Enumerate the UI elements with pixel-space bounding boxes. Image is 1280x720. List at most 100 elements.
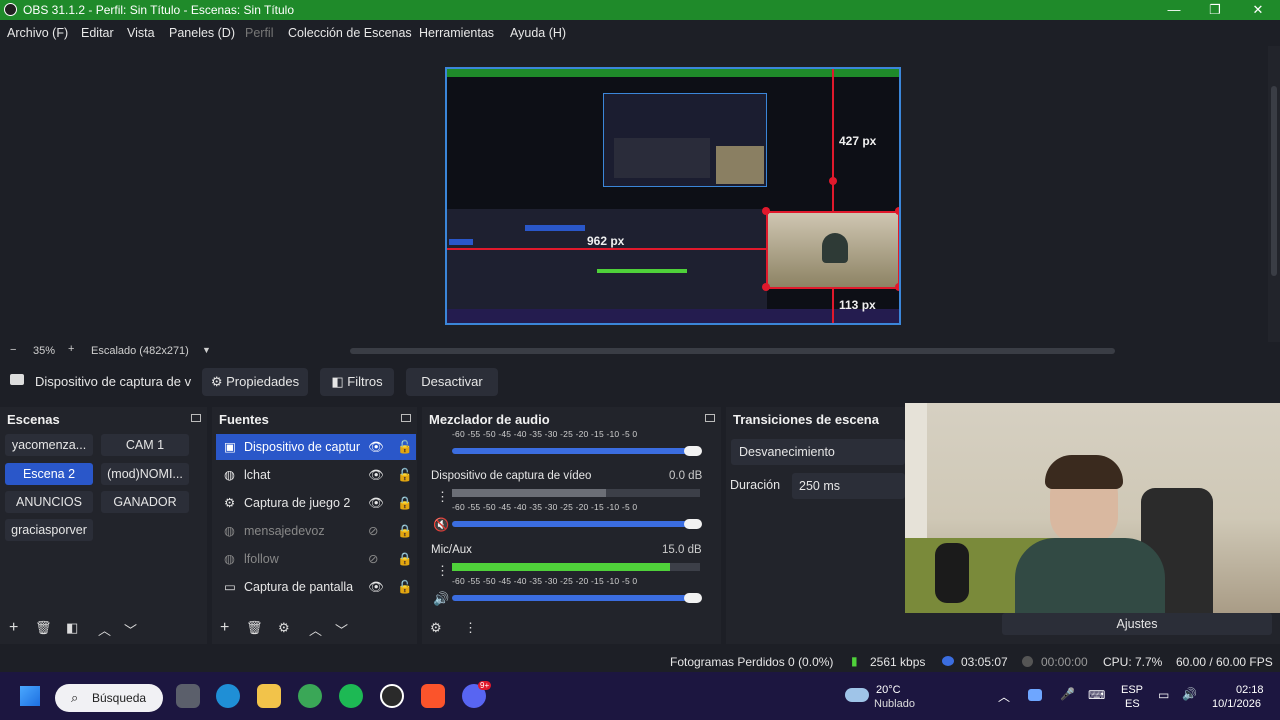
eye-icon[interactable]: 👁	[368, 574, 384, 600]
menu-perfil[interactable]: Perfil	[245, 26, 273, 40]
language-top[interactable]: ESP	[1121, 684, 1143, 696]
filters-button[interactable]: ◧ Filtros	[320, 368, 394, 396]
taskbar-search[interactable]: ⌕ Búsqueda	[55, 684, 163, 712]
menu-herramientas[interactable]: Herramientas	[419, 26, 494, 40]
scene-filters-button[interactable]: ◧	[66, 620, 78, 636]
scene-item[interactable]: yacomenza...	[5, 434, 93, 456]
volume-fader[interactable]	[452, 595, 700, 601]
source-item-hidden[interactable]: ◍ mensajedevoz ⊘ 🔒	[216, 518, 416, 544]
speaker-icon[interactable]: 🔊	[433, 591, 449, 607]
clock-time[interactable]: 02:18	[1236, 684, 1264, 696]
preview-canvas[interactable]: 427 px 962 px 113 px	[445, 67, 901, 325]
volume-fader-handle[interactable]	[684, 593, 702, 603]
mixer-menu-icon[interactable]: ⋮	[464, 620, 477, 636]
zoom-in-button[interactable]: +	[68, 343, 74, 355]
scene-item[interactable]: graciasporver	[5, 519, 93, 541]
add-scene-button[interactable]: +	[9, 619, 18, 637]
source-item-selected[interactable]: ▣ Dispositivo de captur 👁 🔓	[216, 434, 416, 460]
eye-icon[interactable]: 👁	[368, 462, 384, 488]
menu-ayuda[interactable]: Ayuda (H)	[510, 26, 566, 40]
duration-input[interactable]: 250 ms	[792, 473, 905, 499]
network-icon[interactable]: ▭	[1158, 688, 1169, 702]
volume-fader-handle[interactable]	[684, 446, 702, 456]
dock-undock-icon[interactable]	[401, 414, 411, 422]
resize-handle-br[interactable]	[895, 283, 899, 291]
menu-editar[interactable]: Editar	[81, 26, 114, 40]
menu-coleccion-escenas[interactable]: Colección de Escenas	[288, 26, 412, 40]
volume-fader-handle[interactable]	[684, 519, 702, 529]
menu-vista[interactable]: Vista	[127, 26, 155, 40]
source-item-hidden[interactable]: ◍ lfollow ⊘ 🔒	[216, 546, 416, 572]
microphone-icon[interactable]: 🎤	[1060, 687, 1075, 701]
edge-icon[interactable]	[216, 684, 240, 708]
lock-icon[interactable]: 🔒	[397, 490, 413, 516]
remove-scene-button[interactable]: 🗑	[35, 620, 52, 636]
volume-fader[interactable]	[452, 448, 700, 454]
dock-undock-icon[interactable]	[191, 414, 201, 422]
spotify-icon[interactable]	[339, 684, 363, 708]
close-button[interactable]: ✕	[1238, 1, 1278, 19]
source-item[interactable]: ⚙ Captura de juego 2 👁 🔒	[216, 490, 416, 516]
scene-item[interactable]: CAM 1	[101, 434, 189, 456]
tray-app-icon[interactable]	[1028, 689, 1042, 701]
scrollbar-thumb[interactable]	[1271, 86, 1277, 276]
channel-menu-icon[interactable]: ⋮	[436, 489, 449, 505]
guide-handle[interactable]	[829, 177, 837, 185]
deactivate-button[interactable]: Desactivar	[406, 368, 498, 396]
browser-icon: ◍	[224, 552, 235, 566]
language-bottom[interactable]: ES	[1125, 698, 1140, 710]
tray-overflow-icon[interactable]: ︿	[998, 688, 1010, 705]
move-scene-up-button[interactable]: ︿	[98, 620, 111, 639]
source-item[interactable]: ▭ Captura de pantalla 👁 🔓	[216, 574, 416, 600]
channel-menu-icon[interactable]: ⋮	[436, 563, 449, 579]
volume-icon[interactable]: 🔊	[1182, 687, 1197, 701]
scene-item[interactable]: GANADOR	[101, 491, 189, 513]
chrome-icon[interactable]	[298, 684, 322, 708]
volume-fader[interactable]	[452, 521, 700, 527]
mute-icon[interactable]: 🔇	[433, 517, 449, 533]
eye-icon[interactable]: 👁	[368, 490, 384, 516]
maximize-button[interactable]: ❐	[1195, 1, 1235, 19]
source-properties-button[interactable]: ⚙	[278, 620, 290, 636]
minimize-button[interactable]: —	[1154, 1, 1194, 19]
move-source-down-button[interactable]: ﹀	[335, 620, 348, 639]
preview-horizontal-scrollbar[interactable]	[350, 348, 1115, 354]
unlock-icon[interactable]: 🔓	[397, 434, 413, 460]
keyboard-icon[interactable]: ⌨	[1088, 688, 1105, 702]
resize-handle-tr[interactable]	[895, 207, 899, 215]
task-view-icon[interactable]	[176, 684, 200, 708]
unlock-icon[interactable]: 🔓	[397, 462, 413, 488]
source-item[interactable]: ◍ lchat 👁 🔓	[216, 462, 416, 488]
preview-vertical-scrollbar[interactable]	[1268, 46, 1280, 342]
menu-paneles[interactable]: Paneles (D)	[169, 26, 235, 40]
scene-item[interactable]: ANUNCIOS	[5, 491, 93, 513]
move-scene-down-button[interactable]: ﹀	[124, 620, 137, 639]
scaling-dropdown-icon[interactable]: ▼	[202, 345, 211, 355]
clock-date[interactable]: 10/1/2026	[1212, 698, 1261, 710]
resize-handle-bl[interactable]	[762, 283, 770, 291]
menu-archivo[interactable]: Archivo (F)	[7, 26, 68, 40]
remove-source-button[interactable]: 🗑	[246, 620, 263, 636]
dock-undock-icon[interactable]	[705, 414, 715, 422]
brave-icon[interactable]	[421, 684, 445, 708]
eye-hidden-icon[interactable]: ⊘	[368, 546, 378, 572]
properties-button[interactable]: ⚙ Propiedades	[202, 368, 308, 396]
eye-icon[interactable]: 👁	[368, 434, 384, 460]
eye-hidden-icon[interactable]: ⊘	[368, 518, 378, 544]
scene-item-active[interactable]: Escena 2	[5, 463, 93, 485]
add-source-button[interactable]: +	[220, 619, 229, 637]
windows-start-icon[interactable]	[20, 686, 40, 706]
transition-select[interactable]: Desvanecimiento	[731, 439, 905, 465]
lock-icon[interactable]: 🔒	[397, 546, 413, 572]
selected-source-box[interactable]	[766, 211, 899, 289]
unlock-icon[interactable]: 🔓	[397, 574, 413, 600]
obs-icon[interactable]	[380, 684, 404, 708]
advanced-audio-icon[interactable]: ⚙	[430, 620, 442, 636]
scene-item[interactable]: (mod)NOMI...	[101, 463, 189, 485]
file-explorer-icon[interactable]	[257, 684, 281, 708]
settings-button[interactable]: Ajustes	[1002, 613, 1272, 635]
lock-icon[interactable]: 🔒	[397, 518, 413, 544]
zoom-out-button[interactable]: −	[10, 344, 16, 356]
move-source-up-button[interactable]: ︿	[309, 620, 322, 639]
resize-handle-tl[interactable]	[762, 207, 770, 215]
